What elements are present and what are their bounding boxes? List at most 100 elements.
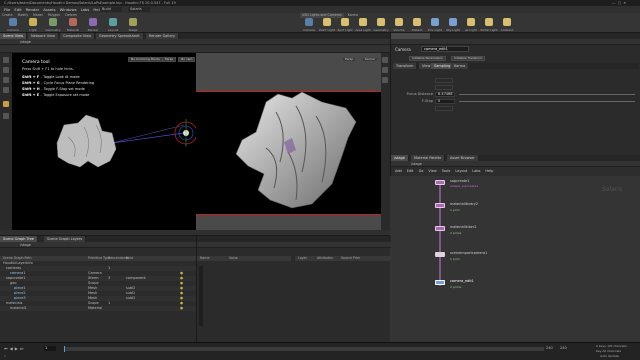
camera-viewport[interactable]: Camera tool Press Shift + F1 to hide hin… <box>12 53 196 230</box>
focus-distance-field[interactable]: 6.47468 <box>435 92 455 97</box>
node-sopcreate1[interactable] <box>435 180 445 185</box>
node-sublabel: /shape_sopcreate1 <box>450 184 479 188</box>
karma-button[interactable]: Karma <box>362 57 378 62</box>
step-back-icon[interactable]: ◀ <box>10 346 13 351</box>
node-camera-edit1[interactable] <box>435 280 445 285</box>
node-sceneimportcamera1[interactable] <box>435 252 445 257</box>
build-menu[interactable]: Build <box>100 7 122 12</box>
shelf-material-tool[interactable]: Material <box>66 18 80 32</box>
pose-tool-icon[interactable] <box>3 113 9 119</box>
viewport-path-bar: /stage <box>0 39 390 45</box>
shelf-distant-light[interactable]: Distant Light <box>410 18 424 36</box>
table-row[interactable]: material1 Material ● <box>0 306 196 311</box>
node-materiallibrary2[interactable] <box>435 203 445 208</box>
network-menu-help[interactable]: Help <box>485 169 493 173</box>
shelf-ambient-light[interactable]: Ambient <box>500 18 514 32</box>
tab-transform[interactable]: Transform <box>393 63 418 69</box>
menu-file[interactable]: File <box>4 7 10 12</box>
start-frame[interactable]: 1 <box>4 354 6 358</box>
end-frame-2[interactable]: 240 <box>560 346 567 350</box>
window-controls[interactable]: — ▢ ✕ <box>612 1 636 5</box>
jump-end-icon[interactable]: ⏭ <box>20 346 24 351</box>
node-name-field[interactable]: camera_edit1 <box>421 46 469 52</box>
camera-scene-drawing <box>56 114 196 168</box>
key-all-button[interactable]: Key All Channels <box>596 349 621 353</box>
col-value[interactable]: Value <box>229 256 238 261</box>
shelf-env-light[interactable]: Env Light <box>428 18 442 32</box>
initialize-transform-button[interactable]: Initialize Transform <box>451 56 486 61</box>
shelf-point-light[interactable]: Point Light <box>319 18 335 32</box>
shelf-right-camera[interactable]: Camera <box>302 18 316 32</box>
rotate-tool-icon[interactable] <box>3 77 9 83</box>
node-label: sopcreate1 <box>450 179 470 183</box>
end-frame[interactable]: 240 <box>546 346 553 350</box>
jump-start-icon[interactable]: ⏮ <box>4 346 8 351</box>
details-splitter[interactable] <box>199 266 203 326</box>
display-options-icon[interactable] <box>382 57 388 63</box>
shelf-volume-light[interactable]: Volume Light <box>392 18 406 36</box>
menu-assets[interactable]: Assets <box>43 7 55 12</box>
scene-graph-path[interactable]: /stage <box>20 243 31 247</box>
network-menu-labs[interactable]: Labs <box>472 169 480 173</box>
col-layer[interactable]: Layer <box>298 256 307 261</box>
param-row-empty <box>391 84 640 91</box>
viewport-right-toolbar <box>381 53 390 230</box>
network-menu-edit[interactable]: Edit <box>407 169 414 173</box>
visibility-icon[interactable]: ● <box>180 306 183 311</box>
fstop-field[interactable]: 0 <box>435 99 455 104</box>
network-path[interactable]: /stage <box>411 162 422 166</box>
col-attributes[interactable]: Attributes <box>317 256 333 261</box>
node-materiallinker2[interactable] <box>435 226 445 231</box>
col-name[interactable]: Name <box>200 256 209 261</box>
network-menu-add[interactable]: Add <box>395 169 402 173</box>
context-menu[interactable]: Solaris <box>128 7 150 12</box>
shelf-render-tool[interactable]: Render <box>86 18 100 32</box>
shelf-geometry-light[interactable]: Geometry Light <box>374 18 388 36</box>
param-row-focus-distance: Focus Distance 6.47468 <box>391 91 640 98</box>
frame-field[interactable]: 1 <box>44 346 56 351</box>
network-path-bar: /stage <box>391 161 640 167</box>
shelf-camera-tool[interactable]: Camera <box>6 18 20 32</box>
persp-right-button[interactable]: Persp <box>342 57 357 62</box>
shading-icon[interactable] <box>382 67 388 73</box>
viewport-path[interactable]: /stage <box>20 40 31 44</box>
scale-tool-icon[interactable] <box>3 87 9 93</box>
details-header: Name Value <box>197 256 291 261</box>
shelf-area-light[interactable]: Area Light <box>355 18 371 32</box>
shelf-sky-light[interactable]: Sky Light <box>446 18 460 32</box>
network-menu-go[interactable]: Go <box>419 169 424 173</box>
spot-light-icon <box>341 18 349 26</box>
menu-labs[interactable]: Labs <box>81 7 90 12</box>
parameter-pane: Camera camera_edit1 Initialize Parameter… <box>390 33 640 155</box>
time-slider[interactable] <box>64 347 544 351</box>
shelf-portal-light[interactable]: Portal Light <box>480 18 498 32</box>
fstop-slider[interactable] <box>459 101 635 102</box>
shelf-stage-tool[interactable]: Stage <box>126 18 140 32</box>
network-menu-tools[interactable]: Tools <box>442 169 451 173</box>
tab-karma[interactable]: Karma <box>451 63 470 69</box>
network-menu-view[interactable]: View <box>428 169 436 173</box>
auto-update-button[interactable]: Auto Update <box>600 354 619 358</box>
initialize-parameters-button[interactable]: Initialize Parameters <box>409 56 446 61</box>
shelf-geometry-tool[interactable]: Geometry <box>46 18 60 32</box>
menu-edit[interactable]: Edit <box>14 7 21 12</box>
select-tool-icon[interactable] <box>3 57 9 63</box>
details-toolbar <box>197 242 391 248</box>
node-wires <box>439 182 441 286</box>
lighting-icon[interactable] <box>382 77 388 83</box>
shelf-light-tool[interactable]: Light <box>26 18 40 32</box>
scene-graph-pane: Scene Graph Tree Scene Graph Layers /sta… <box>0 235 196 342</box>
col-source-prim[interactable]: Source Prim <box>341 256 360 261</box>
focus-distance-slider[interactable] <box>459 94 635 95</box>
shelf-gi-light[interactable]: GI Light <box>464 18 478 32</box>
network-menu-layout[interactable]: Layout <box>455 169 467 173</box>
shelf-layout-tool[interactable]: Layout <box>106 18 120 32</box>
time-cursor[interactable] <box>64 346 65 352</box>
camera-tool-icon[interactable] <box>3 101 9 107</box>
shelf-spot-light[interactable]: Spot Light <box>337 18 353 32</box>
menu-render[interactable]: Render <box>26 7 40 12</box>
move-tool-icon[interactable] <box>3 67 9 73</box>
network-canvas[interactable]: Solaris sopcreate1 /shape_sopcreate1 mat… <box>390 176 640 342</box>
menu-windows[interactable]: Windows <box>60 7 77 12</box>
play-icon[interactable]: ▶ <box>15 346 18 351</box>
